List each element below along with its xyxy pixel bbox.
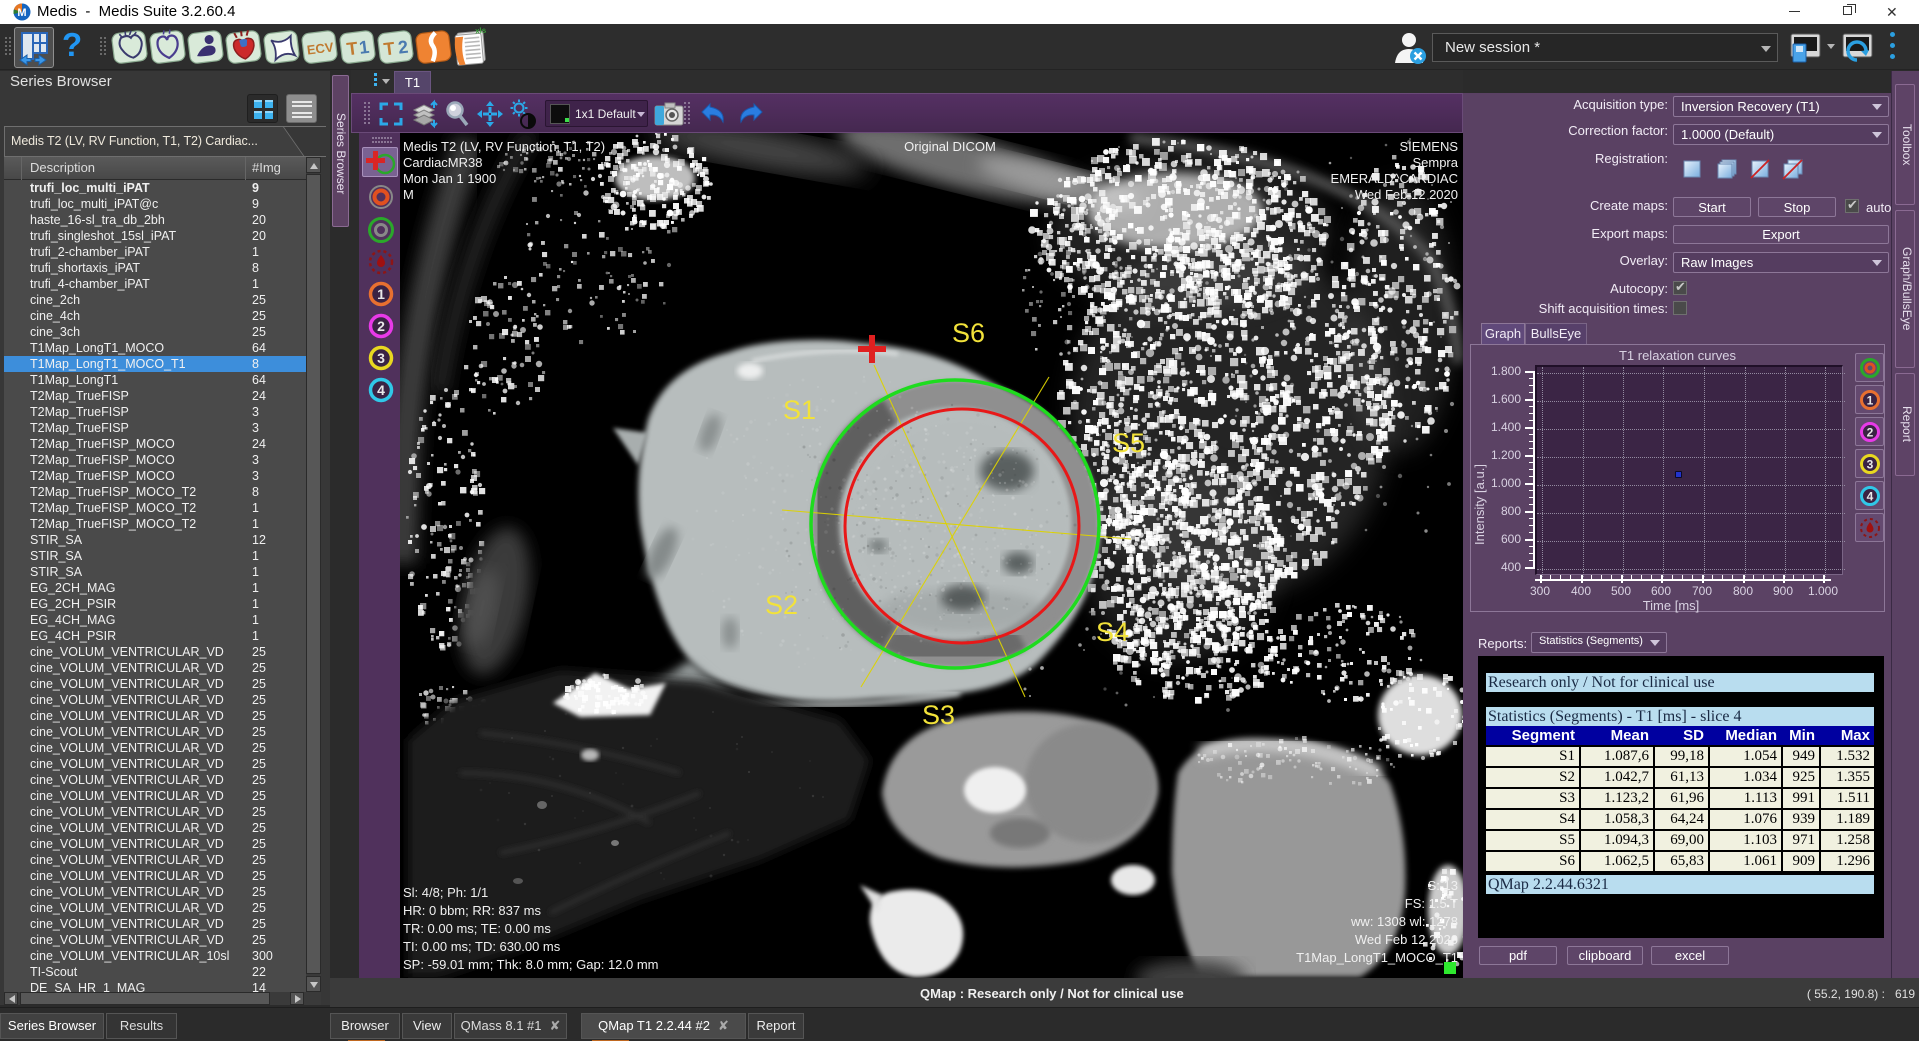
svg-text:2: 2 [377, 318, 385, 334]
svg-text:3: 3 [377, 350, 385, 366]
svg-text:xls: xls [475, 26, 487, 36]
svg-text:1: 1 [377, 286, 385, 302]
svg-text:M: M [17, 7, 26, 19]
svg-text:4: 4 [377, 382, 385, 398]
